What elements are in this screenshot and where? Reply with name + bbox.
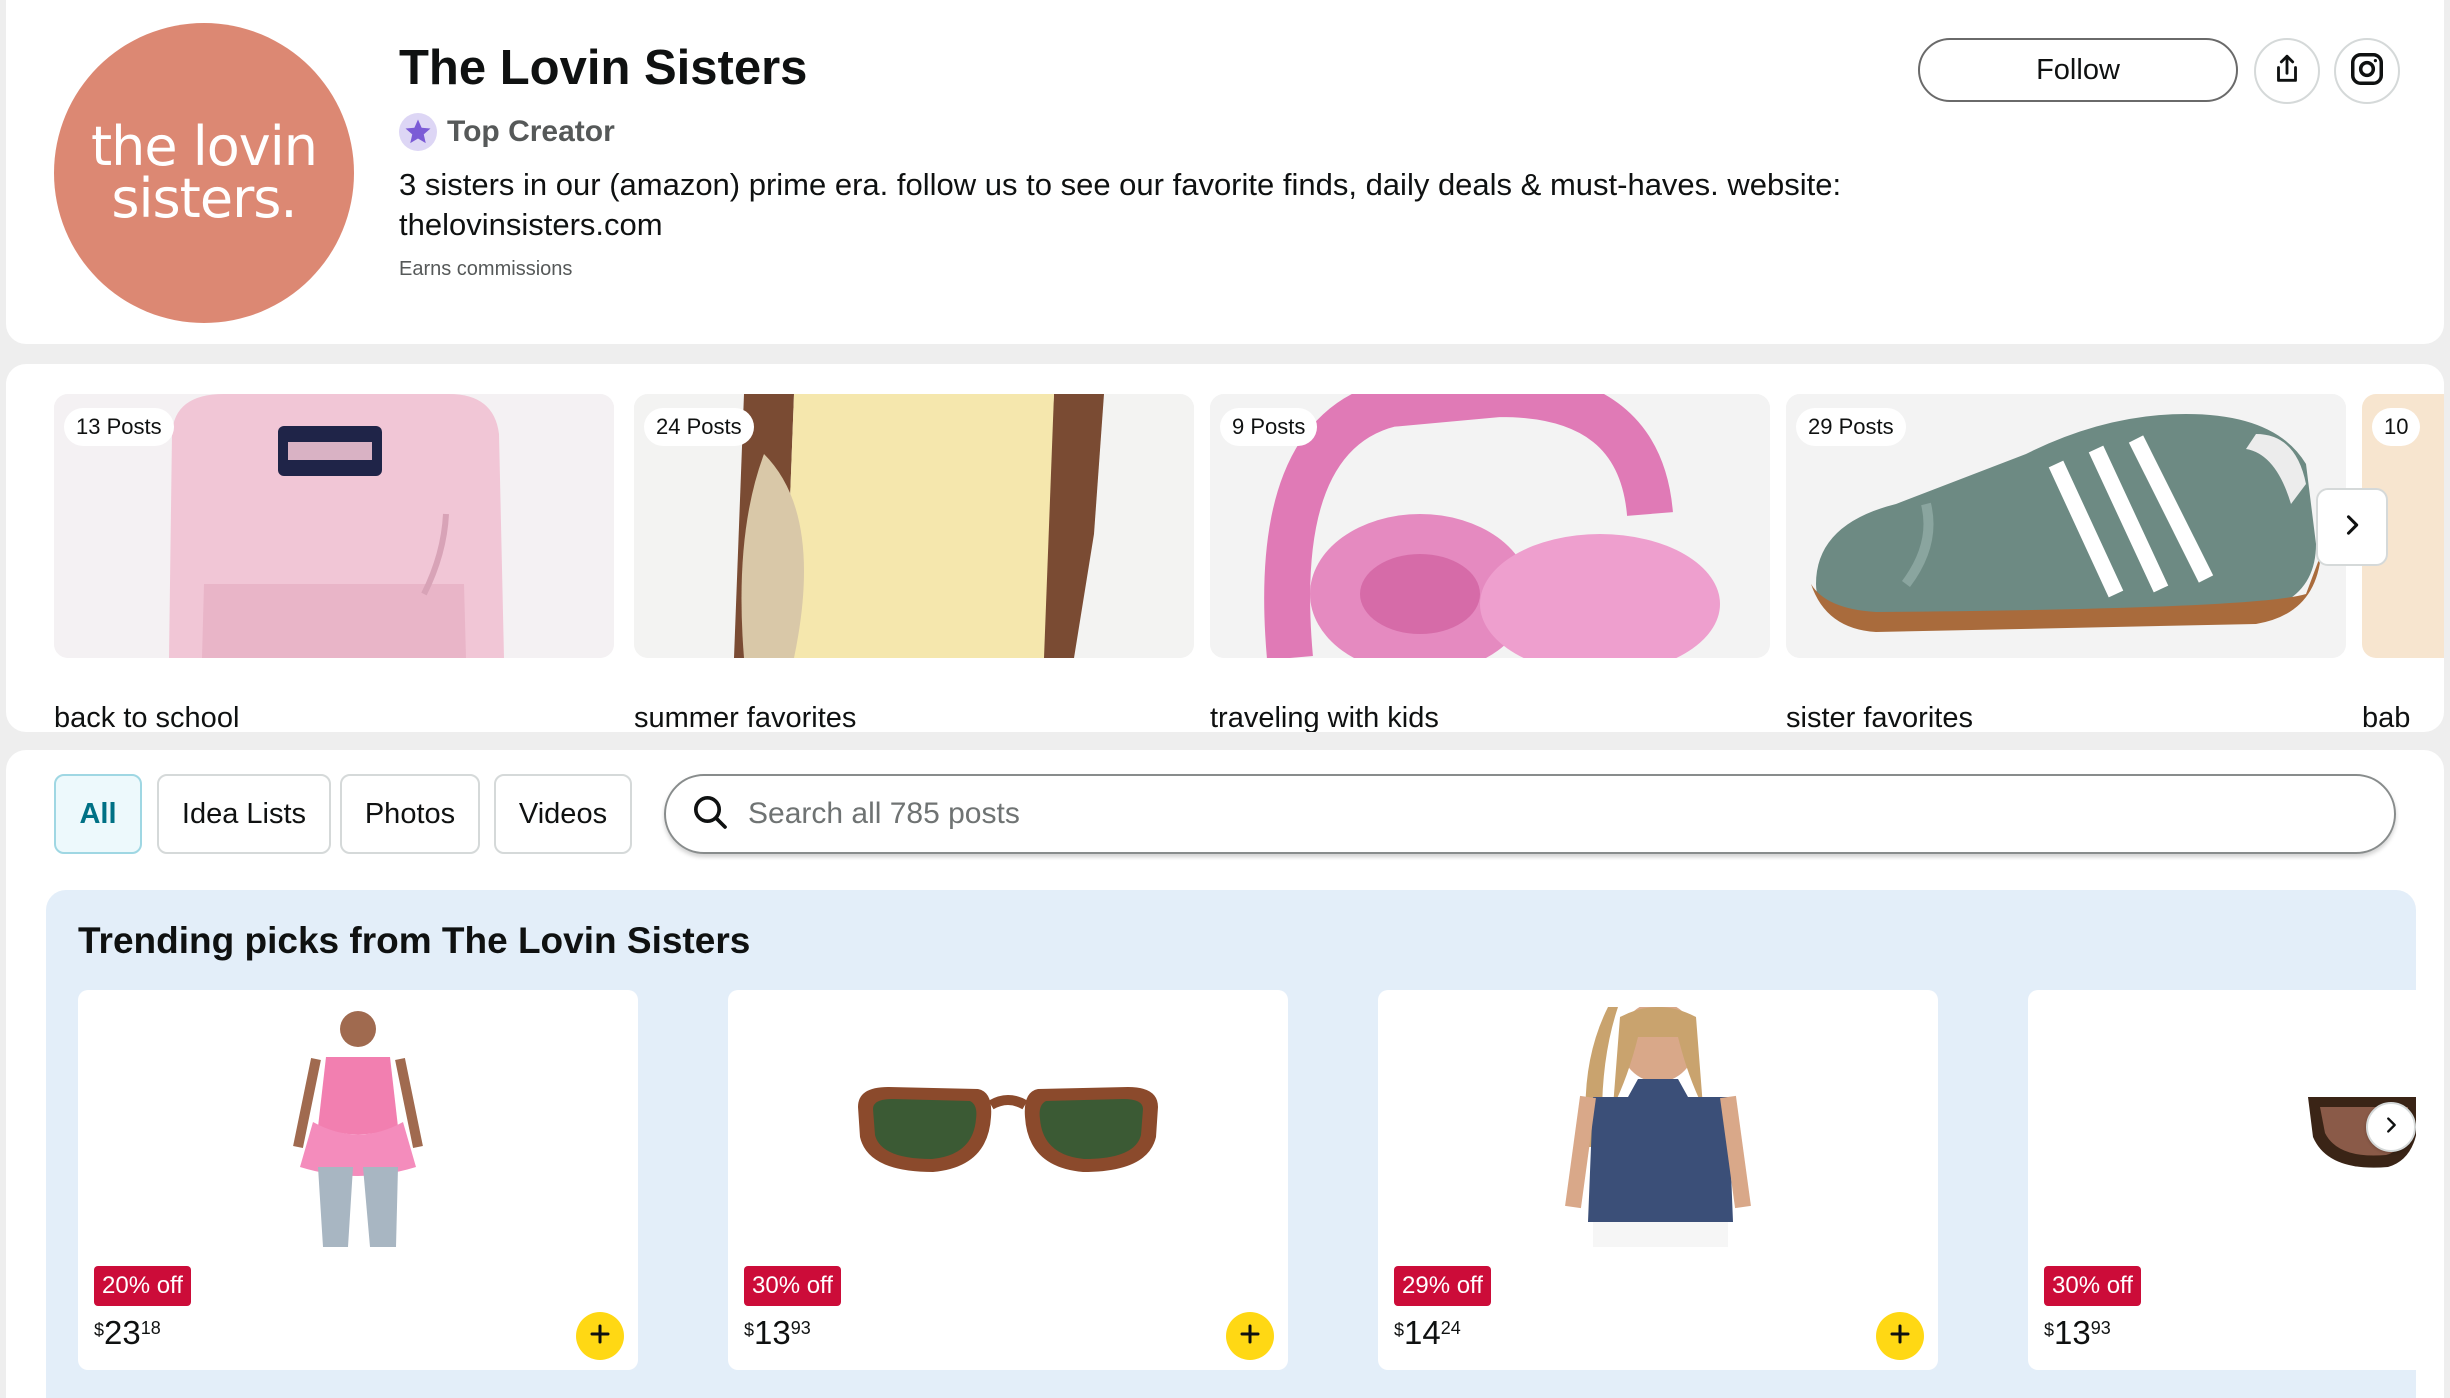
plus-icon (1888, 1322, 1912, 1351)
star-icon (399, 113, 437, 151)
trending-picks: Trending picks from The Lovin Sisters 20… (46, 890, 2416, 1398)
tab-idea-lists[interactable]: Idea Lists (157, 774, 331, 854)
price-currency: $ (94, 1320, 105, 1340)
post-count: 10 (2372, 408, 2421, 446)
post-count: 24 Posts (644, 408, 754, 446)
carousel-next-button[interactable] (2316, 488, 2388, 566)
price-whole: 23 (104, 1314, 141, 1351)
price-whole: 13 (2054, 1314, 2091, 1351)
idea-list-thumbnail: 24 Posts (634, 394, 1194, 658)
share-button[interactable] (2254, 38, 2320, 104)
plus-icon (1238, 1322, 1262, 1351)
idea-list-card[interactable]: 13 Posts back to school (54, 394, 614, 732)
profile-bio: 3 sisters in our (amazon) prime era. fol… (399, 167, 1842, 242)
product-image (2028, 1002, 2416, 1252)
discount-badge: 30% off (2044, 1266, 2141, 1306)
posts-section: All Idea Lists Photos Videos Trending pi… (6, 750, 2444, 1398)
post-count: 13 Posts (64, 408, 174, 446)
search-icon (690, 792, 730, 837)
tab-all[interactable]: All (54, 774, 142, 854)
avatar[interactable]: the lovin sisters. (54, 23, 354, 323)
product-card[interactable]: 20% off $ 23 18 (78, 990, 638, 1370)
add-button[interactable] (576, 1312, 624, 1360)
instagram-button[interactable] (2334, 38, 2400, 104)
trending-next-button[interactable] (2366, 1102, 2416, 1152)
product-image (728, 1002, 1288, 1252)
add-button[interactable] (1876, 1312, 1924, 1360)
navy-tank-icon (1565, 1007, 1751, 1247)
product-image (78, 1002, 638, 1252)
idea-list-title: sister favorites (1786, 702, 1973, 732)
tab-videos[interactable]: Videos (494, 774, 632, 854)
price-currency: $ (744, 1320, 755, 1340)
tab-photos[interactable]: Photos (340, 774, 480, 854)
idea-list-card[interactable]: 24 Posts summer favorites (634, 394, 1194, 732)
trending-title: Trending picks from The Lovin Sisters (78, 920, 751, 961)
add-button[interactable] (1226, 1312, 1274, 1360)
idea-list-card[interactable]: 29 Posts sister favorites (1786, 394, 2346, 732)
post-count: 29 Posts (1796, 408, 1906, 446)
search-bar[interactable] (664, 774, 2396, 854)
idea-list-thumbnail: 13 Posts (54, 394, 614, 658)
idea-list-title: summer favorites (634, 702, 857, 732)
follow-button[interactable]: Follow (1918, 38, 2238, 102)
discount-badge: 30% off (744, 1266, 841, 1306)
product-card[interactable]: 29% off $ 14 24 (1378, 990, 1938, 1370)
chevron-right-icon (2338, 511, 2366, 544)
price-currency: $ (1394, 1320, 1405, 1340)
product-card[interactable]: 30% off $ 13 93 (2028, 990, 2416, 1370)
price-whole: 13 (754, 1314, 791, 1351)
idea-list-card[interactable]: 9 Posts traveling with kids (1210, 394, 1770, 732)
plus-icon (588, 1322, 612, 1351)
discount-badge: 20% off (94, 1266, 191, 1306)
product-card[interactable]: 30% off $ 13 93 (728, 990, 1288, 1370)
profile-name: The Lovin Sisters (399, 41, 808, 95)
idea-lists-carousel: 13 Posts back to school 24 Posts summer … (6, 364, 2444, 732)
idea-list-thumbnail: 9 Posts (1210, 394, 1770, 658)
idea-list-title: traveling with kids (1210, 702, 1439, 732)
idea-list-title: bab (2362, 702, 2411, 732)
post-count: 9 Posts (1220, 408, 1318, 446)
profile-header: the lovin sisters. The Lovin Sisters Top… (6, 0, 2444, 344)
price-fraction: 24 (1440, 1318, 1461, 1338)
price-fraction: 18 (140, 1318, 161, 1338)
product-image (1378, 1002, 1938, 1252)
chevron-right-icon (2380, 1114, 2402, 1141)
price-currency: $ (2044, 1320, 2055, 1340)
top-creator-badge: Top Creator (399, 113, 615, 151)
badge-label: Top Creator (447, 115, 615, 148)
idea-list-title: back to school (54, 702, 240, 732)
discount-badge: 29% off (1394, 1266, 1491, 1306)
product-price: $ 13 93 (2044, 1316, 2111, 1350)
avatar-text-line1: the lovin (90, 115, 318, 178)
share-icon (2270, 52, 2304, 91)
avatar-text-line2: sisters. (111, 167, 297, 230)
product-price: $ 13 93 (744, 1316, 811, 1350)
price-whole: 14 (1404, 1314, 1441, 1351)
product-price: $ 23 18 (94, 1316, 161, 1350)
instagram-icon (2348, 50, 2386, 93)
idea-list-thumbnail: 29 Posts (1786, 394, 2346, 658)
earns-commissions-note: Earns commissions (399, 258, 573, 280)
price-fraction: 93 (790, 1318, 811, 1338)
brown-sunglasses-icon (858, 1087, 1158, 1172)
search-input[interactable] (748, 797, 2248, 831)
pink-top-icon (293, 1011, 423, 1247)
price-fraction: 93 (2090, 1318, 2111, 1338)
product-price: $ 14 24 (1394, 1316, 1461, 1350)
